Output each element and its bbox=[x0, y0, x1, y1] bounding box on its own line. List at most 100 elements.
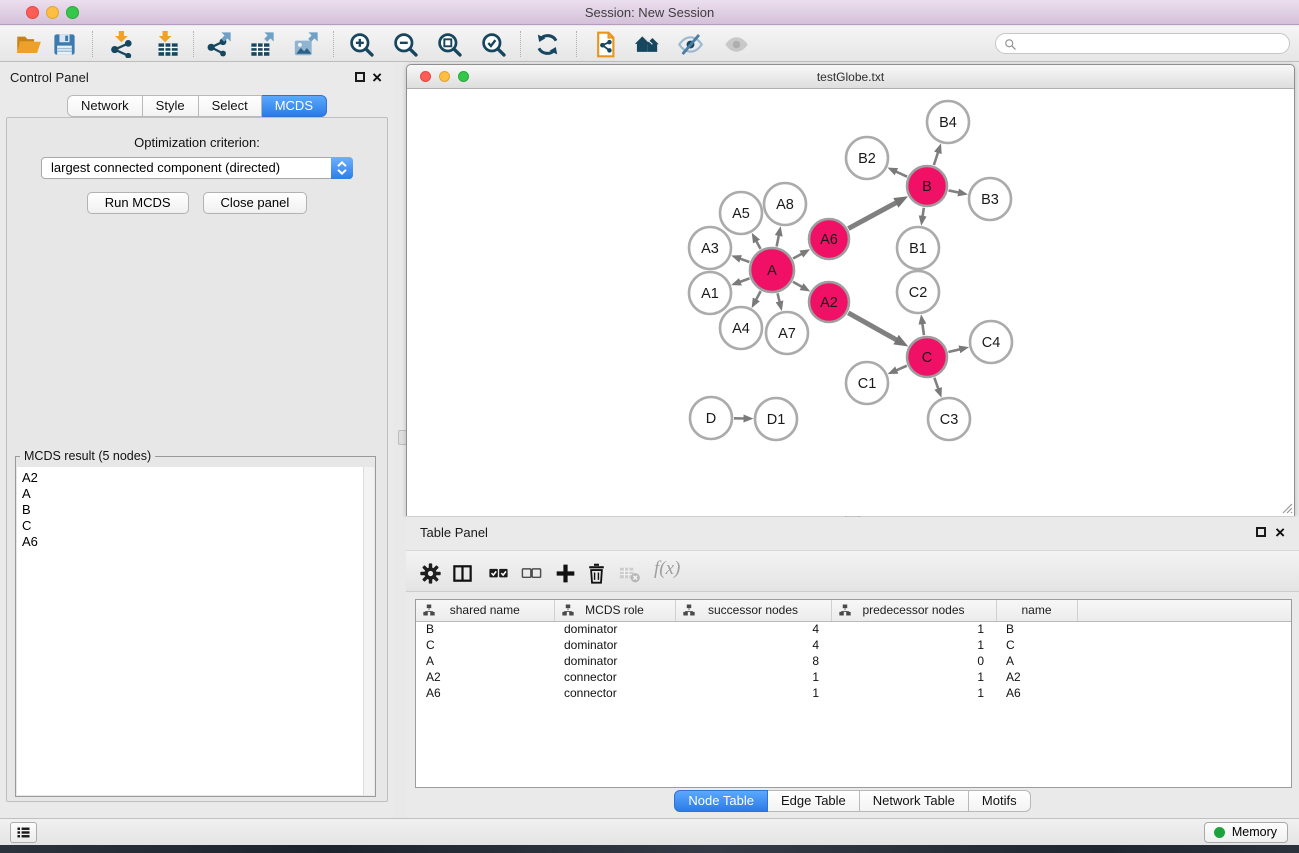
graph-edge-A-A8[interactable] bbox=[777, 235, 779, 246]
float-table-panel-icon[interactable] bbox=[1256, 527, 1266, 537]
result-scrollbar[interactable] bbox=[363, 467, 374, 795]
column-header-predecessor-nodes[interactable]: predecessor nodes bbox=[831, 600, 996, 621]
import-table-icon[interactable] bbox=[152, 29, 182, 59]
mcds-result-item[interactable]: A2 bbox=[17, 467, 374, 486]
search-box[interactable] bbox=[995, 33, 1290, 54]
optimization-criterion-select[interactable]: largest connected component (directed) bbox=[41, 157, 353, 179]
graph-node-B1[interactable]: B1 bbox=[897, 227, 939, 269]
graph-edge-A-A6[interactable] bbox=[793, 254, 802, 259]
run-mcds-button[interactable]: Run MCDS bbox=[87, 192, 189, 214]
graph-node-C4[interactable]: C4 bbox=[970, 321, 1012, 363]
float-panel-icon[interactable] bbox=[355, 72, 365, 82]
mcds-result-item[interactable]: A6 bbox=[17, 534, 374, 550]
graph-edge-A6-B[interactable] bbox=[848, 203, 896, 229]
table-row[interactable]: A6connector11A6 bbox=[416, 685, 1291, 701]
table-cell[interactable]: dominator bbox=[554, 637, 675, 653]
network-close-button[interactable] bbox=[420, 71, 431, 82]
table-row[interactable]: Bdominator41B bbox=[416, 621, 1291, 637]
zoom-out-icon[interactable] bbox=[390, 29, 420, 59]
graph-node-A5[interactable]: A5 bbox=[720, 192, 762, 234]
table-cell[interactable]: 1 bbox=[675, 669, 831, 685]
create-column-icon[interactable] bbox=[552, 560, 578, 586]
graph-edge-B-B3[interactable] bbox=[949, 190, 959, 192]
graph-node-B2[interactable]: B2 bbox=[846, 137, 888, 179]
graph-edge-A-A5[interactable] bbox=[756, 241, 760, 249]
table-cell[interactable]: A6 bbox=[996, 685, 1077, 701]
table-cell[interactable]: 0 bbox=[831, 653, 996, 669]
graph-node-D[interactable]: D bbox=[690, 397, 732, 439]
table-cell[interactable]: 1 bbox=[831, 669, 996, 685]
graph-edge-A-A7[interactable] bbox=[778, 293, 780, 302]
table-cell[interactable]: 1 bbox=[675, 685, 831, 701]
table-cell[interactable]: 4 bbox=[675, 637, 831, 653]
network-from-selection-icon[interactable] bbox=[590, 29, 620, 59]
export-image-icon[interactable] bbox=[290, 29, 320, 59]
graph-node-B4[interactable]: B4 bbox=[927, 101, 969, 143]
column-header-successor-nodes[interactable]: successor nodes bbox=[675, 600, 831, 621]
table-cell[interactable]: C bbox=[416, 637, 554, 653]
graph-node-A4[interactable]: A4 bbox=[720, 307, 762, 349]
tab-network[interactable]: Network bbox=[67, 95, 143, 117]
deselect-all-columns-icon[interactable] bbox=[518, 560, 544, 586]
select-all-columns-icon[interactable] bbox=[485, 560, 511, 586]
table-cell[interactable]: 1 bbox=[831, 685, 996, 701]
close-table-panel-icon[interactable]: × bbox=[1275, 526, 1285, 540]
import-network-icon[interactable] bbox=[106, 29, 136, 59]
table-cell[interactable]: A bbox=[416, 653, 554, 669]
mcds-result-item[interactable]: C bbox=[17, 518, 374, 534]
close-panel-icon[interactable]: × bbox=[372, 71, 382, 85]
search-input[interactable] bbox=[1022, 34, 1281, 53]
zoom-selected-icon[interactable] bbox=[478, 29, 508, 59]
table-cell[interactable]: dominator bbox=[554, 621, 675, 637]
graph-node-D1[interactable]: D1 bbox=[755, 398, 797, 440]
column-settings-icon[interactable] bbox=[417, 560, 443, 586]
graph-node-A2[interactable]: A2 bbox=[809, 282, 849, 322]
graph-edge-A-A4[interactable] bbox=[756, 291, 761, 300]
table-row[interactable]: A2connector11A2 bbox=[416, 669, 1291, 685]
table-cell[interactable]: 1 bbox=[831, 621, 996, 637]
table-cell[interactable]: C bbox=[996, 637, 1077, 653]
graph-node-A8[interactable]: A8 bbox=[764, 183, 806, 225]
open-session-icon[interactable] bbox=[13, 29, 43, 59]
tab-mcds[interactable]: MCDS bbox=[262, 95, 327, 117]
apply-layout-icon[interactable] bbox=[532, 29, 562, 59]
network-window-titlebar[interactable]: testGlobe.txt bbox=[407, 65, 1294, 89]
graph-node-C[interactable]: C bbox=[907, 337, 947, 377]
graph-node-A[interactable]: A bbox=[750, 248, 794, 292]
save-session-icon[interactable] bbox=[49, 29, 79, 59]
table-cell[interactable]: connector bbox=[554, 685, 675, 701]
graph-node-C3[interactable]: C3 bbox=[928, 398, 970, 440]
zoom-window-button[interactable] bbox=[66, 6, 79, 19]
network-canvas[interactable]: B4B2BB3B1A6A5A8A3AA1A2A4A7C2C4CC1C3DD1 bbox=[407, 90, 1294, 516]
graph-edge-A-A2[interactable] bbox=[793, 282, 802, 287]
tab-network-table[interactable]: Network Table bbox=[860, 790, 969, 812]
tab-edge-table[interactable]: Edge Table bbox=[768, 790, 860, 812]
mcds-result-item[interactable]: B bbox=[17, 502, 374, 518]
graph-edge-C-C4[interactable] bbox=[948, 349, 959, 352]
graph-node-C2[interactable]: C2 bbox=[897, 271, 939, 313]
table-cell[interactable]: 1 bbox=[831, 637, 996, 653]
close-panel-button[interactable]: Close panel bbox=[203, 192, 308, 214]
table-cell[interactable]: B bbox=[416, 621, 554, 637]
tab-style[interactable]: Style bbox=[143, 95, 199, 117]
close-window-button[interactable] bbox=[26, 6, 39, 19]
graph-node-C1[interactable]: C1 bbox=[846, 362, 888, 404]
export-network-icon[interactable] bbox=[203, 29, 233, 59]
minimize-window-button[interactable] bbox=[46, 6, 59, 19]
graph-edge-C-C2[interactable] bbox=[922, 324, 924, 336]
export-table-icon[interactable] bbox=[246, 29, 276, 59]
tab-node-table[interactable]: Node Table bbox=[674, 790, 768, 812]
graph-node-A3[interactable]: A3 bbox=[689, 227, 731, 269]
table-cell[interactable]: A2 bbox=[996, 669, 1077, 685]
table-cell[interactable]: 4 bbox=[675, 621, 831, 637]
zoom-fit-icon[interactable] bbox=[434, 29, 464, 59]
network-zoom-button[interactable] bbox=[458, 71, 469, 82]
table-cell[interactable]: A2 bbox=[416, 669, 554, 685]
graph-edge-B-B4[interactable] bbox=[934, 152, 938, 165]
graph-edge-C-C3[interactable] bbox=[934, 378, 938, 389]
table-cell[interactable]: B bbox=[996, 621, 1077, 637]
tab-motifs[interactable]: Motifs bbox=[969, 790, 1031, 812]
column-header-shared-name[interactable]: shared name bbox=[416, 600, 554, 621]
graph-node-A6[interactable]: A6 bbox=[809, 219, 849, 259]
graph-edge-A-A3[interactable] bbox=[740, 259, 749, 262]
